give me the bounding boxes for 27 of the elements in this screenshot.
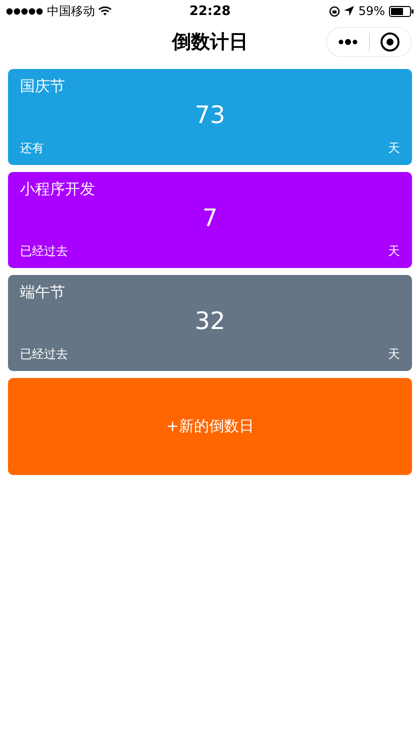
day-count: 32 bbox=[194, 308, 226, 334]
close-icon[interactable] bbox=[380, 32, 400, 52]
event-name: 国庆节 bbox=[20, 77, 65, 96]
unit-label: 天 bbox=[388, 243, 400, 260]
battery-percent: 59% bbox=[358, 4, 386, 18]
battery-icon bbox=[389, 6, 414, 16]
event-name: 小程序开发 bbox=[20, 180, 95, 199]
countdown-card[interactable]: 小程序开发 7 已经过去 天 bbox=[8, 172, 412, 268]
event-name: 端午节 bbox=[20, 283, 65, 302]
add-countdown-button[interactable]: +新的倒数日 bbox=[8, 378, 412, 475]
countdown-card[interactable]: 国庆节 73 还有 天 bbox=[8, 69, 412, 165]
day-count: 73 bbox=[194, 102, 226, 128]
clock-time: 22:28 bbox=[189, 4, 231, 18]
location-arrow-icon bbox=[344, 6, 354, 16]
wifi-icon bbox=[98, 6, 112, 16]
signal-icon bbox=[6, 8, 44, 14]
rotation-lock-icon bbox=[329, 6, 340, 16]
status-label: 已经过去 bbox=[20, 243, 68, 260]
unit-label: 天 bbox=[388, 140, 400, 157]
page-title: 倒数计日 bbox=[172, 30, 248, 55]
countdown-card[interactable]: 端午节 32 已经过去 天 bbox=[8, 275, 412, 371]
more-icon[interactable] bbox=[338, 39, 358, 45]
carrier-name: 中国移动 bbox=[47, 2, 95, 20]
status-label: 还有 bbox=[20, 140, 44, 157]
day-count: 7 bbox=[202, 205, 218, 232]
unit-label: 天 bbox=[388, 346, 400, 363]
status-label: 已经过去 bbox=[20, 346, 68, 363]
